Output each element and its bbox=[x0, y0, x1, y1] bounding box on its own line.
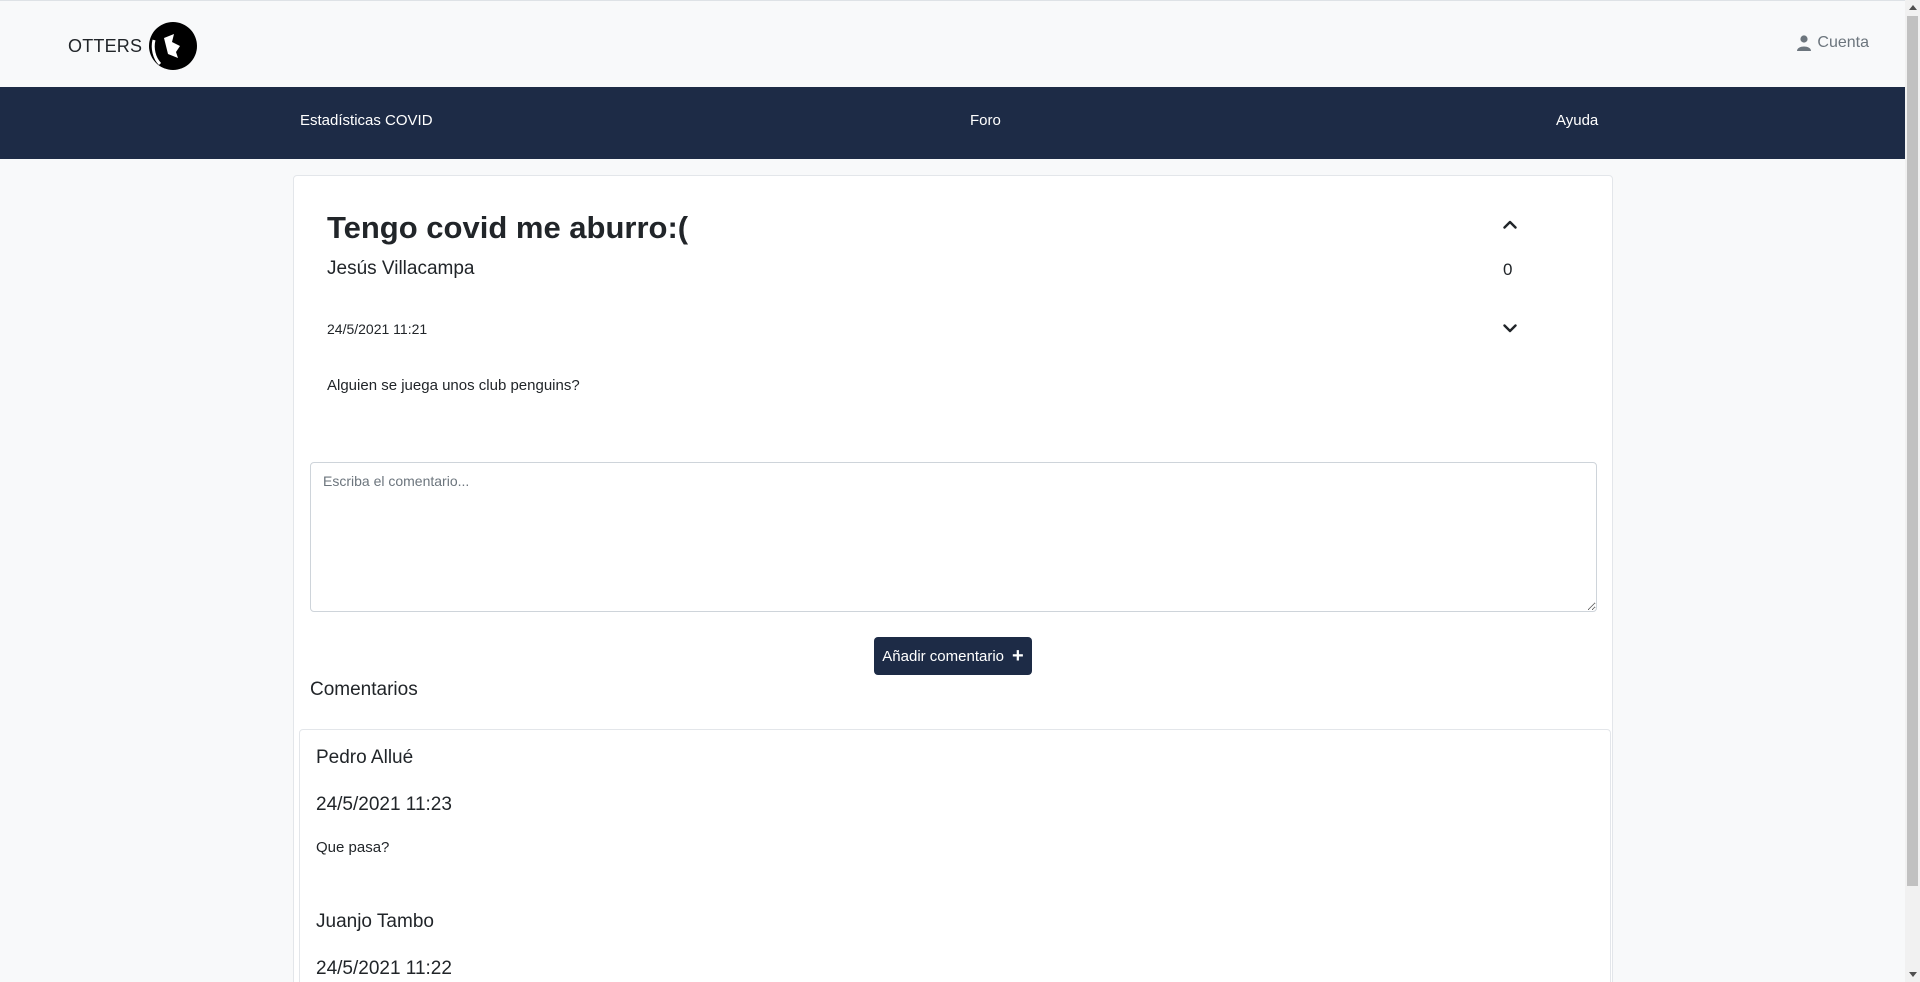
comments-list: Pedro Allué 24/5/2021 11:23 Que pasa? Ju… bbox=[299, 729, 1611, 982]
triangle-up-icon bbox=[1908, 5, 1917, 10]
chevron-up-icon bbox=[1503, 220, 1517, 229]
post-author: Jesús Villacampa bbox=[327, 258, 475, 279]
post-body: Alguien se juega unos club penguins? bbox=[327, 377, 580, 394]
top-header: OTTERS Cuenta bbox=[0, 0, 1905, 87]
post-date: 24/5/2021 11:21 bbox=[327, 321, 428, 337]
upvote-button[interactable] bbox=[1499, 213, 1521, 235]
brand-name: OTTERS bbox=[68, 35, 143, 56]
add-comment-label: Añadir comentario bbox=[882, 647, 1005, 665]
post-card: Tengo covid me aburro:( Jesús Villacampa… bbox=[293, 175, 1613, 982]
otter-logo-icon bbox=[149, 22, 198, 70]
comment-author: Juanjo Tambo bbox=[316, 911, 434, 932]
comment-item: Pedro Allué 24/5/2021 11:23 Que pasa? bbox=[316, 747, 452, 856]
main-nav: Estadísticas COVID Foro Ayuda bbox=[0, 87, 1905, 159]
scroll-down-button[interactable] bbox=[1905, 967, 1920, 982]
account-link[interactable]: Cuenta bbox=[1797, 34, 1869, 52]
comment-date: 24/5/2021 11:22 bbox=[316, 958, 452, 979]
nav-item-ayuda[interactable]: Ayuda bbox=[1556, 112, 1598, 129]
nav-item-foro[interactable]: Foro bbox=[970, 112, 1001, 129]
post-title: Tengo covid me aburro:( bbox=[327, 210, 689, 245]
comment-text: Que pasa? bbox=[316, 839, 390, 856]
account-label: Cuenta bbox=[1817, 34, 1869, 51]
nav-item-estadisticas[interactable]: Estadísticas COVID bbox=[300, 112, 433, 129]
page: OTTERS Cuenta Estadísticas COVID Foro Ay… bbox=[0, 0, 1920, 982]
vote-count: 0 bbox=[1503, 260, 1513, 279]
chevron-down-icon bbox=[1503, 324, 1517, 333]
page-scrollbar[interactable] bbox=[1905, 0, 1920, 982]
comment-textarea[interactable] bbox=[310, 462, 1597, 612]
scroll-thumb[interactable] bbox=[1907, 16, 1918, 886]
comment-author: Pedro Allué bbox=[316, 747, 414, 768]
comments-heading: Comentarios bbox=[310, 679, 418, 700]
downvote-button[interactable] bbox=[1499, 318, 1521, 340]
add-comment-button[interactable]: Añadir comentario + bbox=[874, 637, 1032, 675]
plus-icon: + bbox=[1012, 645, 1024, 667]
triangle-down-icon bbox=[1908, 972, 1917, 977]
comment-item: Juanjo Tambo 24/5/2021 11:22 bbox=[316, 911, 452, 980]
brand[interactable]: OTTERS bbox=[68, 19, 198, 73]
comment-date: 24/5/2021 11:23 bbox=[316, 794, 452, 815]
scroll-up-button[interactable] bbox=[1905, 0, 1920, 15]
user-icon bbox=[1797, 35, 1812, 51]
